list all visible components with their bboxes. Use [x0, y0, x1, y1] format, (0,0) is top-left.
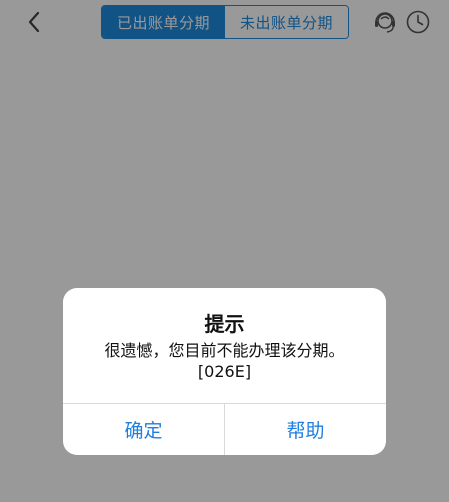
dialog-body: 提示 很遗憾，您目前不能办理该分期。 [026E]: [63, 288, 386, 403]
dialog-title: 提示: [204, 312, 245, 336]
dialog-actions: 确定 帮助: [63, 403, 386, 455]
dialog-error-code: [026E]: [197, 362, 252, 381]
help-button[interactable]: 帮助: [224, 404, 386, 455]
confirm-button[interactable]: 确定: [63, 404, 224, 455]
alert-dialog: 提示 很遗憾，您目前不能办理该分期。 [026E] 确定 帮助: [63, 288, 386, 455]
dialog-message: 很遗憾，您目前不能办理该分期。: [104, 341, 345, 360]
